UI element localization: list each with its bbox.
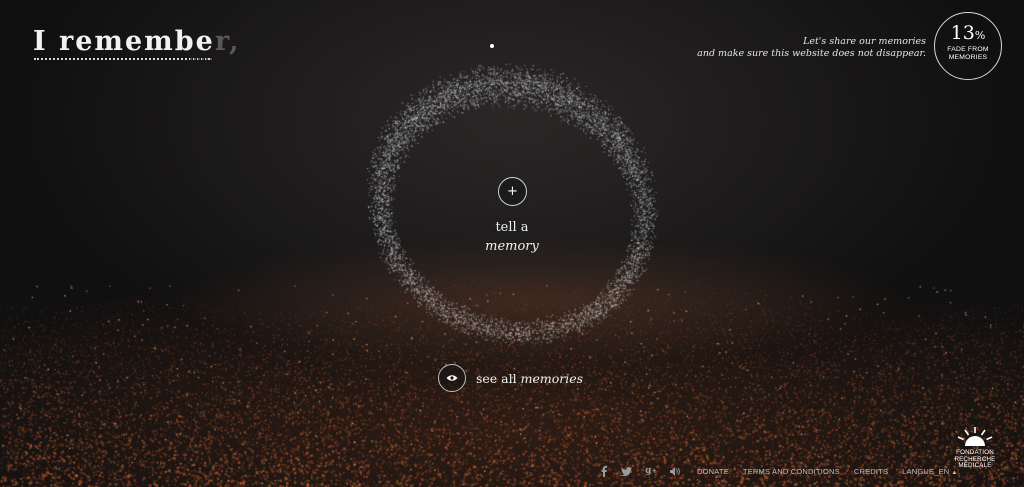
tell-line-2: memory: [485, 239, 539, 254]
logo-dotted-underline: [34, 58, 210, 60]
see-all-prefix: see all: [476, 370, 517, 386]
share-line-2: and make sure this website does not disa…: [697, 48, 926, 59]
nav-dot[interactable]: [490, 44, 494, 48]
fade-counter[interactable]: 13% FADE FROM MEMORIES: [934, 12, 1002, 80]
donate-link[interactable]: DONATE: [697, 467, 729, 476]
logo-dotted-underline-faded: [190, 58, 212, 60]
fade-percent: 13%: [935, 23, 1001, 46]
see-all-label: see all memories: [476, 371, 583, 386]
see-all-memories-button[interactable]: see all memories: [438, 364, 583, 392]
sound-icon[interactable]: [670, 466, 681, 477]
credits-link[interactable]: CREDITS: [854, 467, 888, 476]
share-message: Let's share our memories and make sure t…: [697, 36, 926, 60]
tell-line-1: tell a: [495, 220, 529, 235]
footer-nav: g + DONATE TERMS AND CONDITIONS CREDITS L…: [598, 464, 972, 478]
logo-text: I remembe: [33, 26, 215, 57]
site-logo[interactable]: I remember,: [33, 26, 240, 57]
fade-label-1: FADE FROM: [947, 46, 989, 53]
fade-percent-sign: %: [974, 29, 986, 42]
sun-icon: [957, 427, 993, 446]
see-all-italic: memories: [520, 370, 584, 386]
eye-icon: [438, 364, 466, 392]
fondation-recherche-medicale-logo[interactable]: FONDATION RECHERCHE MÉDICALE: [950, 426, 1000, 470]
google-plus-icon[interactable]: g +: [644, 466, 658, 477]
terms-link[interactable]: TERMS AND CONDITIONS: [743, 467, 840, 476]
fade-percent-value: 13: [950, 22, 975, 44]
tell-a-memory-link[interactable]: tell a memory: [462, 218, 562, 256]
add-memory-button[interactable]: +: [498, 177, 527, 206]
partner-line-3: MÉDICALE: [958, 462, 992, 470]
plus-icon: +: [507, 184, 518, 199]
caret-up-icon: ▲: [951, 469, 958, 476]
logo-text-faded: r,: [214, 26, 241, 57]
share-line-1: Let's share our memories: [803, 36, 926, 47]
facebook-icon[interactable]: [598, 465, 609, 477]
fade-label-2: MEMORIES: [948, 54, 988, 61]
language-label: LANGUE_EN: [902, 466, 950, 476]
twitter-icon[interactable]: [621, 466, 632, 477]
